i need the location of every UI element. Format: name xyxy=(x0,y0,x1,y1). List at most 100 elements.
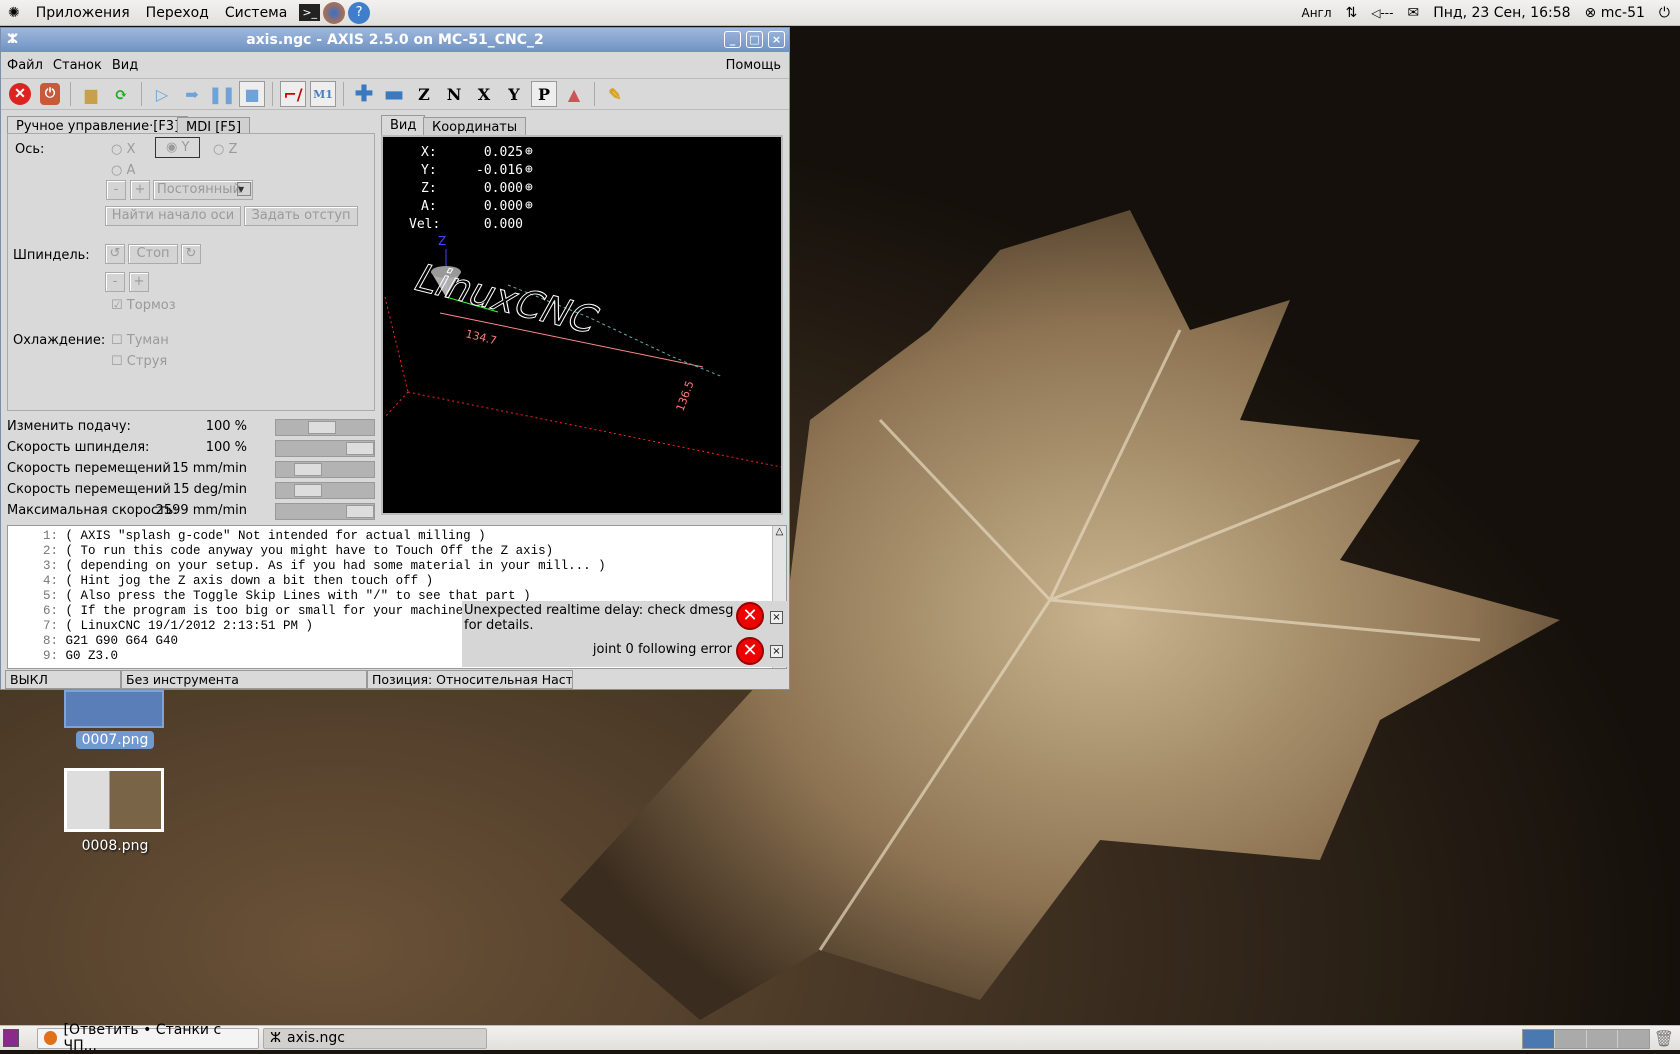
menu-system[interactable]: Система xyxy=(217,5,295,21)
jog-plus-button[interactable]: + xyxy=(130,180,150,200)
rotate-view-icon[interactable]: ▲ xyxy=(561,81,587,107)
override-row: Изменить подачу: 100 % xyxy=(7,417,375,437)
taskbar-item-firefox[interactable]: [Ответить • Станки с ЧП... xyxy=(37,1022,259,1054)
mist-checkbox[interactable]: ☐ Туман xyxy=(111,333,169,348)
open-file-icon[interactable]: ▆ xyxy=(78,81,104,107)
radio-axis-z[interactable]: ○ Z xyxy=(213,142,237,157)
spindle-stop-button[interactable]: Стоп xyxy=(128,244,178,264)
spindle-faster-button[interactable]: + xyxy=(129,272,149,292)
radio-axis-y[interactable]: ◉ Y xyxy=(155,137,201,158)
network-icon[interactable]: ⇅ xyxy=(1346,5,1358,21)
gcode-line[interactable]: 4: ( Hint jog the Z axis down a bit then… xyxy=(8,574,786,589)
toolbar: ✕ ⏻ ▆ ⟳ ▷ ➡ ❚❚ ■ ⌐/ M1 ✚ ▬ Z N X Y P ▲ ✎ xyxy=(1,78,789,110)
ubuntu-logo-icon[interactable]: ✺ xyxy=(0,5,28,21)
show-desktop-icon[interactable] xyxy=(3,1029,19,1047)
stop-icon[interactable]: ■ xyxy=(239,81,265,107)
gcode-line[interactable]: 2: ( To run this code anyway you might h… xyxy=(8,544,786,559)
touch-off-button[interactable]: Задать отступ xyxy=(244,206,358,226)
keyboard-layout[interactable]: Англ xyxy=(1301,6,1331,20)
mail-icon[interactable]: ✉ xyxy=(1407,5,1419,21)
user-menu[interactable]: ⊗ mc-51 xyxy=(1585,5,1645,21)
view-z-icon[interactable]: Z xyxy=(411,81,437,107)
desktop-file-0008[interactable]: 0008.png xyxy=(64,768,166,854)
override-slider[interactable] xyxy=(275,440,375,457)
brake-checkbox[interactable]: ☑ Тормоз xyxy=(111,298,176,313)
override-slider[interactable] xyxy=(275,461,375,478)
slider-thumb[interactable] xyxy=(307,421,336,434)
line-text: ( AXIS "splash g-code" Not intended for … xyxy=(65,529,486,543)
view-y-icon[interactable]: Y xyxy=(501,81,527,107)
gcode-line[interactable]: 1: ( AXIS "splash g-code" Not intended f… xyxy=(8,529,786,544)
toolpath-preview[interactable]: X: 0.025 ⊕ Y: -0.016 ⊕ Z: 0.000 ⊕ A: 0.000 ⊕ Vel: 0.0… xyxy=(381,135,783,515)
step-icon[interactable]: ➡ xyxy=(179,81,205,107)
estop-icon[interactable]: ✕ xyxy=(7,81,33,107)
jog-minus-button[interactable]: - xyxy=(106,180,126,200)
close-button[interactable]: × xyxy=(768,31,785,48)
spindle-ccw-icon[interactable]: ↺ xyxy=(105,244,125,264)
menu-view[interactable]: Вид xyxy=(112,58,138,73)
minimize-button[interactable]: _ xyxy=(724,31,741,48)
radio-axis-x[interactable]: ○ X xyxy=(111,142,135,157)
zoom-in-icon[interactable]: ✚ xyxy=(351,81,377,107)
menu-help[interactable]: Помощь xyxy=(726,58,781,73)
line-number: 4: xyxy=(42,574,58,588)
slider-thumb[interactable] xyxy=(293,484,322,497)
clock[interactable]: Пнд, 23 Сен, 16:58 xyxy=(1433,5,1570,21)
clear-plot-icon[interactable]: ✎ xyxy=(602,81,628,107)
axis-label: Ось: xyxy=(15,142,45,157)
override-value: 15 mm/min xyxy=(172,461,247,476)
override-slider[interactable] xyxy=(275,482,375,499)
maximize-button[interactable]: □ xyxy=(746,31,763,48)
desktop-file-0007[interactable]: 0007.png xyxy=(64,690,166,749)
radio-axis-a[interactable]: ○ A xyxy=(111,163,135,178)
help-icon[interactable]: ? xyxy=(348,1,371,24)
axis-window: ⵣ axis.ngc - AXIS 2.5.0 on MC-51_CNC_2 _… xyxy=(0,27,790,690)
tab-preview[interactable]: Вид xyxy=(381,115,426,135)
taskbar-item-axis[interactable]: ⵣ axis.ngc xyxy=(263,1027,487,1049)
slider-thumb[interactable] xyxy=(293,463,322,476)
run-icon[interactable]: ▷ xyxy=(149,81,175,107)
title-bar[interactable]: ⵣ axis.ngc - AXIS 2.5.0 on MC-51_CNC_2 _… xyxy=(1,28,789,52)
pause-icon[interactable]: ❚❚ xyxy=(209,81,236,107)
menu-places[interactable]: Переход xyxy=(138,5,217,21)
override-slider[interactable] xyxy=(275,419,375,436)
menu-applications[interactable]: Приложения xyxy=(28,5,138,21)
power-icon[interactable]: ⏻ xyxy=(1659,5,1670,21)
power-toggle-icon[interactable]: ⏻ xyxy=(37,81,63,107)
spindle-slower-button[interactable]: - xyxy=(105,272,125,292)
reload-icon[interactable]: ⟳ xyxy=(108,81,134,107)
spindle-label: Шпиндель: xyxy=(13,248,90,263)
optional-stop-icon[interactable]: M1 xyxy=(310,81,336,107)
trash-icon[interactable]: 🗑 xyxy=(1654,1029,1674,1048)
view-z2-icon[interactable]: N xyxy=(441,81,467,107)
dismiss-notification-button[interactable]: × xyxy=(770,611,783,624)
view-x-icon[interactable]: X xyxy=(471,81,497,107)
firefox-icon xyxy=(44,1031,58,1045)
override-slider[interactable] xyxy=(275,503,375,520)
flood-checkbox[interactable]: ☐ Струя xyxy=(111,354,167,369)
override-label: Скорость шпинделя: xyxy=(7,440,150,455)
dim-y-label: 136.5 xyxy=(674,379,697,413)
manual-control-panel: Ось: ○ X ◉ Y ○ Z ○ A - + Постоянный ▼ Най… xyxy=(7,133,375,411)
spindle-cw-icon[interactable]: ↻ xyxy=(181,244,201,264)
terminal-icon[interactable]: >_ xyxy=(299,4,321,21)
app-icon[interactable]: ⵣ xyxy=(7,28,18,52)
volume-icon[interactable]: ◁--- xyxy=(1371,6,1393,20)
override-value: 100 % xyxy=(205,440,247,455)
tab-coordinates[interactable]: Координаты xyxy=(423,117,527,137)
slider-thumb[interactable] xyxy=(346,442,374,455)
dismiss-notification-button[interactable]: × xyxy=(770,645,783,658)
jog-mode-select[interactable]: Постоянный ▼ xyxy=(153,180,253,200)
line-text: ( If the program is too big or small for… xyxy=(65,604,494,618)
workspace-switcher[interactable] xyxy=(1522,1029,1650,1049)
notification-message: joint 0 following error xyxy=(592,642,732,657)
menu-machine[interactable]: Станок xyxy=(53,58,102,73)
zoom-out-icon[interactable]: ▬ xyxy=(381,81,407,107)
slider-thumb[interactable] xyxy=(346,505,374,518)
home-axis-button[interactable]: Найти начало оси xyxy=(105,206,241,226)
skip-lines-icon[interactable]: ⌐/ xyxy=(280,81,306,107)
view-p-icon[interactable]: P xyxy=(531,81,557,107)
gcode-line[interactable]: 3: ( depending on your setup. As if you … xyxy=(8,559,786,574)
firefox-icon[interactable] xyxy=(323,1,346,24)
menu-file[interactable]: Файл xyxy=(7,58,43,73)
